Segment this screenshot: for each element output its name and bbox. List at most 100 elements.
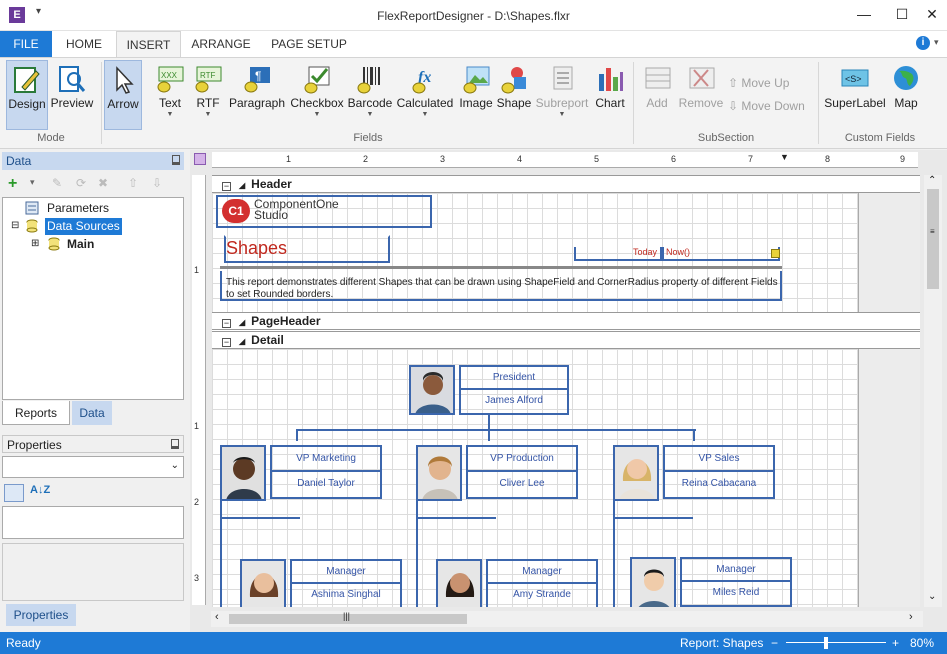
org-name-field[interactable]: Ashima Singhal (290, 584, 402, 607)
rtf-button[interactable]: RTF RTF ▼ (192, 60, 224, 130)
employee-photo[interactable] (409, 365, 455, 415)
section-bar-header[interactable]: − ◢ Header (212, 175, 920, 193)
left-panel: Data + ▾ ✎ ⟳ ✖ ⇧ ⇩ Parameters ⊟ Data Sou… (0, 150, 188, 632)
tab-arrange[interactable]: ARRANGE (186, 31, 256, 57)
tab-home[interactable]: HOME (56, 31, 112, 57)
org-name-field[interactable]: Daniel Taylor (270, 472, 382, 499)
move-down-icon[interactable]: ⇩ (152, 176, 162, 190)
pin-icon[interactable] (172, 155, 180, 165)
zoom-slider-thumb[interactable] (824, 637, 828, 649)
margin-marker-icon[interactable]: ▼ (780, 152, 789, 162)
add-subsection-button[interactable]: Add (638, 60, 676, 130)
tab-page-setup[interactable]: PAGE SETUP (266, 31, 352, 57)
image-button[interactable]: Image (456, 60, 496, 130)
chart-button[interactable]: Chart (592, 60, 628, 130)
expand-icon[interactable]: ⊞ (31, 238, 39, 249)
text-button[interactable]: XXX Text ▼ (152, 60, 188, 130)
scroll-up-icon[interactable]: ⌃ (928, 175, 936, 186)
tab-reports[interactable]: Reports (2, 401, 70, 425)
categorized-icon[interactable] (4, 484, 24, 502)
sort-alpha-icon[interactable]: A↓Z (30, 484, 50, 496)
now-expression-field[interactable]: Now() (662, 247, 780, 261)
tab-properties[interactable]: Properties (6, 604, 76, 626)
org-title-field[interactable]: VP Marketing (270, 445, 382, 472)
employee-photo[interactable] (436, 559, 482, 607)
close-button[interactable]: ✕ (919, 4, 945, 24)
tab-data[interactable]: Data (72, 401, 112, 425)
person-photo-icon (632, 559, 674, 607)
header-line-shape[interactable] (220, 266, 782, 269)
help-icon[interactable]: i (916, 36, 930, 50)
title-field[interactable]: Shapes (224, 235, 390, 263)
map-button[interactable]: Map (890, 60, 922, 130)
design-button[interactable]: Design (6, 60, 48, 130)
tree-item-parameters[interactable]: Parameters (47, 200, 109, 217)
minimize-button[interactable]: — (851, 4, 877, 24)
arrow-button[interactable]: Arrow (104, 60, 142, 130)
ruler-label: 3 (440, 154, 446, 164)
superlabel-button[interactable]: <S> SuperLabel (824, 60, 886, 130)
edit-icon[interactable]: ✎ (52, 176, 62, 190)
employee-photo[interactable] (416, 445, 462, 501)
shape-button[interactable]: Shape (496, 60, 532, 130)
scroll-left-icon[interactable]: ‹ (215, 611, 219, 623)
chevron-down-icon[interactable]: ▾ (934, 37, 939, 48)
section-bar-pageheader[interactable]: − ◢ PageHeader (212, 312, 920, 330)
org-title-field[interactable]: VP Sales (663, 445, 775, 472)
employee-photo[interactable] (630, 557, 676, 607)
org-name-field[interactable]: Reina Cabacana (663, 472, 775, 499)
move-down-button[interactable]: ⇩ Move Down (728, 99, 805, 119)
zoom-out-icon[interactable]: − (771, 632, 778, 654)
pin-icon[interactable] (171, 439, 179, 449)
preview-button[interactable]: Preview (50, 60, 94, 130)
collapse-icon[interactable]: − (222, 182, 231, 191)
checkbox-button[interactable]: Checkbox ▼ (289, 60, 345, 130)
chevron-down-icon[interactable]: ▾ (30, 177, 35, 188)
tab-insert[interactable]: INSERT (116, 31, 181, 57)
org-name-field[interactable]: Miles Reid (680, 582, 792, 607)
description-field[interactable]: This report demonstrates different Shape… (220, 271, 782, 301)
collapse-icon[interactable]: − (222, 319, 231, 328)
zoom-in-icon[interactable]: + (892, 632, 899, 654)
org-title-field[interactable]: VP Production (466, 445, 578, 472)
org-title-field[interactable]: Manager (290, 559, 402, 584)
org-name-field[interactable]: Amy Strande (486, 584, 598, 607)
org-name-field[interactable]: Cliver Lee (466, 472, 578, 499)
horizontal-scrollbar[interactable]: ‹ ||| › (211, 611, 923, 627)
employee-photo[interactable] (240, 559, 286, 607)
employee-photo[interactable] (613, 445, 659, 501)
employee-photo[interactable] (220, 445, 266, 501)
logo-field[interactable]: C1 ComponentOne Studio (216, 195, 432, 228)
vertical-scrollbar[interactable]: ⌃ ≡ ⌄ (924, 175, 942, 607)
section-bar-detail[interactable]: − ◢ Detail (212, 331, 920, 349)
scroll-down-icon[interactable]: ⌄ (928, 591, 936, 602)
tree-item-data-sources[interactable]: Data Sources (45, 218, 122, 235)
property-grid[interactable] (2, 506, 184, 539)
org-title-field[interactable]: Manager (680, 557, 792, 582)
maximize-button[interactable]: ☐ (889, 4, 915, 24)
remove-subsection-button[interactable]: Remove (678, 60, 724, 130)
calculated-button[interactable]: fx Calculated ▼ (396, 60, 454, 130)
scroll-right-icon[interactable]: › (909, 611, 913, 623)
paragraph-button[interactable]: ¶ Paragraph (228, 60, 286, 130)
scroll-thumb[interactable] (927, 189, 939, 289)
org-title-field[interactable]: President (459, 365, 569, 390)
zoom-slider[interactable] (786, 642, 886, 643)
move-up-button[interactable]: ⇧ Move Up (728, 76, 789, 96)
refresh-icon[interactable]: ⟳ (76, 176, 86, 190)
org-name-field[interactable]: James Alford (459, 390, 569, 415)
properties-object-select[interactable]: ⌄ (2, 456, 184, 478)
tree-item-main[interactable]: Main (67, 236, 94, 253)
today-label-field[interactable]: Today (574, 247, 662, 261)
move-up-icon[interactable]: ⇧ (128, 176, 138, 190)
subreport-button[interactable]: Subreport ▼ (534, 60, 590, 130)
barcode-button[interactable]: Barcode ▼ (346, 60, 394, 130)
move-up-icon: ⇧ (728, 76, 742, 90)
tab-file[interactable]: FILE (0, 31, 52, 57)
org-title-field[interactable]: Manager (486, 559, 598, 584)
collapse-icon[interactable]: ⊟ (11, 220, 19, 231)
collapse-icon[interactable]: − (222, 338, 231, 347)
delete-icon[interactable]: ✖ (98, 176, 108, 190)
expression-icon (771, 249, 780, 258)
add-icon[interactable]: + (8, 175, 17, 193)
